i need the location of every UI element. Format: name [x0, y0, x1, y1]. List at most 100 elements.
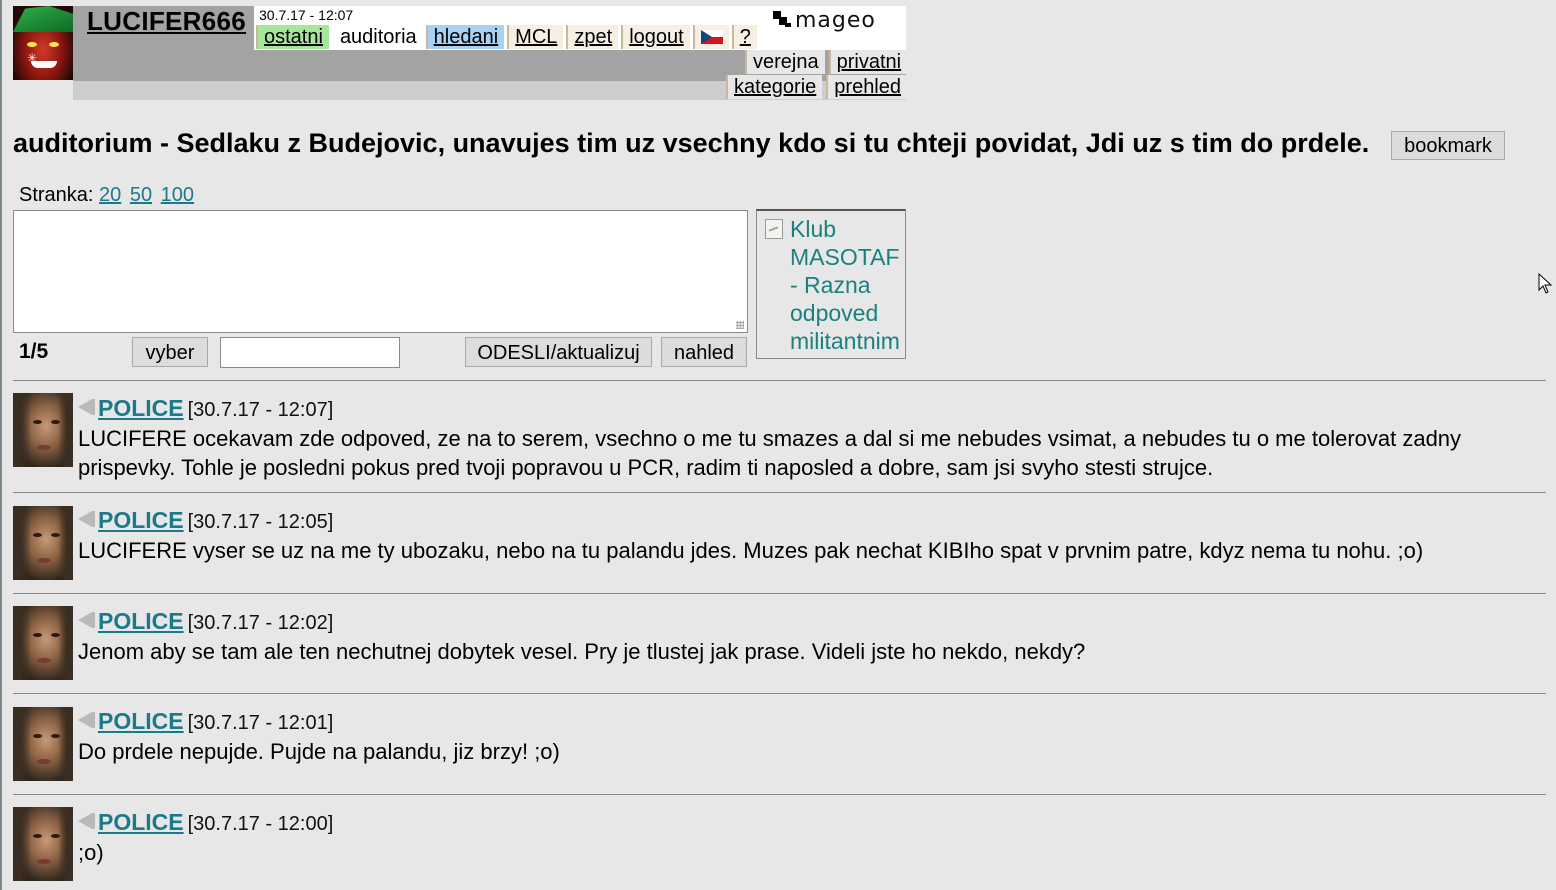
avatar-lips [37, 859, 51, 864]
post-avatar[interactable] [13, 707, 73, 781]
avatar-eye [51, 633, 60, 637]
avatar-lips [37, 558, 51, 563]
post-header: POLICE [30.7.17 - 12:00] [78, 809, 333, 836]
avatar-eye [51, 734, 60, 738]
post-header: POLICE [30.7.17 - 12:02] [78, 608, 333, 635]
pager: Stranka: 20 50 100 [19, 184, 197, 207]
klub-line: MASOTAF [790, 244, 900, 270]
reply-icon[interactable] [78, 612, 95, 628]
avatar-eye-left [27, 42, 37, 47]
santa-hat [13, 6, 73, 32]
post-date: [30.7.17 - 12:00] [187, 813, 334, 835]
current-datetime: 30.7.17 - 12:07 [259, 7, 354, 23]
user-avatar[interactable]: ✳ [13, 6, 73, 80]
divider [13, 693, 1546, 694]
username-link[interactable]: LUCIFER666 [87, 6, 246, 37]
post-date: [30.7.17 - 12:02] [187, 612, 334, 634]
avatar-eye [33, 734, 42, 738]
avatar-eye [51, 533, 60, 537]
klub-banner-text[interactable]: Klub MASOTAF - Razna odpoved militantnim [790, 215, 905, 355]
vyber-input[interactable] [220, 337, 400, 368]
menu-item-auditoria: auditoria [339, 26, 417, 48]
menu-item-logout[interactable]: logout [621, 25, 690, 49]
submenu-prehled[interactable]: prehled [826, 75, 907, 99]
logo-text: mageo [795, 8, 876, 33]
resize-grip-icon[interactable] [736, 321, 744, 329]
bookmark-button[interactable]: bookmark [1391, 131, 1505, 160]
post-text: ;o) [78, 840, 104, 865]
avatar-eye [33, 420, 42, 424]
divider [13, 492, 1546, 493]
submenu-kategorie[interactable]: kategorie [726, 75, 823, 99]
pager-option-20[interactable]: 20 [99, 184, 121, 206]
reply-icon[interactable] [78, 511, 95, 527]
avatar-eye [33, 533, 42, 537]
submenu-verejna[interactable]: verejna [745, 50, 825, 74]
post-text: Do prdele nepujde. Pujde na palandu, jiz… [78, 739, 560, 764]
post-header: POLICE [30.7.17 - 12:07] [78, 395, 333, 422]
post-header: POLICE [30.7.17 - 12:05] [78, 507, 333, 534]
avatar-eye [33, 633, 42, 637]
avatar-hair [13, 707, 73, 781]
post-avatar[interactable] [13, 506, 73, 580]
vyber-button[interactable]: vyber [132, 337, 208, 367]
menu-item-hledani[interactable]: hledani [425, 25, 505, 49]
message-textarea[interactable] [13, 210, 748, 333]
pager-option-100[interactable]: 100 [161, 184, 194, 206]
menu-item-help[interactable]: ? [731, 25, 757, 49]
pager-option-50[interactable]: 50 [130, 184, 152, 206]
preview-button[interactable]: nahled [661, 337, 747, 367]
avatar-eye [51, 834, 60, 838]
post-date: [30.7.17 - 12:01] [187, 712, 334, 734]
pager-label: Stranka: [19, 184, 94, 206]
menu-item-mcl[interactable]: MCL [507, 25, 564, 49]
avatar-eye-right [49, 42, 59, 47]
post-date: [30.7.17 - 12:07] [187, 399, 334, 421]
post-author[interactable]: POLICE [98, 708, 184, 734]
avatar-hair [13, 606, 73, 680]
post-text: LUCIFERE ocekavam zde odpoved, ze na to … [78, 426, 1462, 480]
klub-line: Klub [790, 216, 837, 242]
reply-icon[interactable] [78, 399, 95, 415]
submenu-privatni[interactable]: privatni [828, 50, 908, 74]
page-counter: 1/5 [19, 340, 49, 363]
klub-banner[interactable]: Klub MASOTAF - Razna odpoved militantnim [756, 209, 906, 359]
post-author[interactable]: POLICE [98, 608, 184, 634]
reply-icon[interactable] [78, 813, 95, 829]
submenu-row-1: verejna privatni [741, 50, 908, 74]
broken-image-icon [765, 219, 783, 239]
post-avatar[interactable] [13, 393, 73, 467]
mageo-logo[interactable]: mageo [773, 8, 876, 33]
post-author[interactable]: POLICE [98, 809, 184, 835]
left-border [0, 0, 2, 890]
avatar-mouth [31, 61, 57, 68]
reply-icon[interactable] [78, 712, 95, 728]
submenu-row-2: kategorie prehled [722, 75, 907, 99]
post-text: Jenom aby se tam ale ten nechutnej dobyt… [78, 639, 1086, 664]
klub-line: militantnim [790, 328, 900, 354]
avatar-lips [37, 445, 51, 450]
avatar-lips [37, 658, 51, 663]
post-author[interactable]: POLICE [98, 507, 184, 533]
divider [13, 593, 1546, 594]
avatar-eye [51, 420, 60, 424]
mageo-logo-icon [773, 11, 793, 29]
post-text: LUCIFERE vyser se uz na me ty ubozaku, n… [78, 538, 1424, 563]
menu-item-zpet[interactable]: zpet [566, 25, 619, 49]
klub-line: odpoved [790, 300, 879, 326]
post-date: [30.7.17 - 12:05] [187, 511, 334, 533]
main-menu: ostatni auditoria hledani MCL zpet logou… [256, 25, 760, 49]
divider [13, 380, 1546, 381]
post-header: POLICE [30.7.17 - 12:01] [78, 708, 333, 735]
send-button[interactable]: ODESLI/aktualizuj [465, 337, 652, 367]
post-avatar[interactable] [13, 807, 73, 881]
post-author[interactable]: POLICE [98, 395, 184, 421]
klub-line: - Razna [790, 272, 871, 298]
avatar-hair [13, 506, 73, 580]
language-selector[interactable] [692, 25, 729, 49]
post-avatar[interactable] [13, 606, 73, 680]
page-title: auditorium - Sedlaku z Budejovic, unavuj… [13, 128, 1370, 158]
czech-flag-icon [700, 30, 723, 44]
menu-item-ostatni[interactable]: ostatni [256, 25, 329, 49]
avatar-hair [13, 807, 73, 881]
